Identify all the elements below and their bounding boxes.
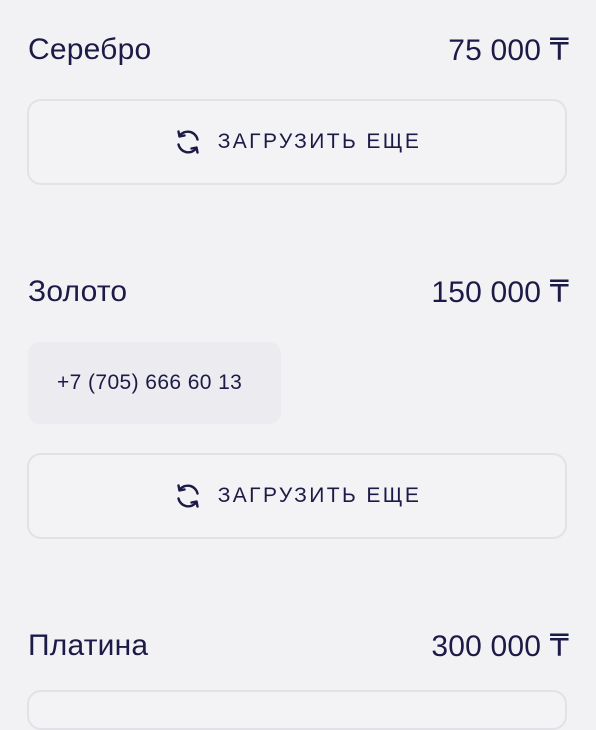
section-header-platinum: Платина 300 000 ₸ bbox=[28, 626, 569, 666]
phone-number[interactable]: +7 (705) 666 60 13 bbox=[57, 371, 242, 395]
section-header-gold: Золото 150 000 ₸ bbox=[28, 272, 569, 312]
tier-price: 300 000 ₸ bbox=[431, 629, 569, 663]
partial-card[interactable] bbox=[27, 690, 567, 730]
tier-price: 150 000 ₸ bbox=[431, 275, 569, 309]
section-header-silver: Серебро 75 000 ₸ bbox=[28, 30, 569, 70]
tier-name: Платина bbox=[28, 629, 149, 662]
phone-card[interactable]: +7 (705) 666 60 13 bbox=[28, 342, 281, 424]
refresh-icon bbox=[173, 127, 203, 157]
tier-name: Золото bbox=[28, 275, 128, 308]
load-more-label: ЗАГРУЗИТЬ ЕЩЕ bbox=[217, 130, 422, 153]
load-more-button-gold[interactable]: ЗАГРУЗИТЬ ЕЩЕ bbox=[27, 453, 567, 539]
refresh-icon bbox=[173, 481, 203, 511]
tier-price: 75 000 ₸ bbox=[448, 33, 569, 67]
load-more-label: ЗАГРУЗИТЬ ЕЩЕ bbox=[217, 484, 422, 507]
tier-name: Серебро bbox=[28, 33, 152, 66]
load-more-button-silver[interactable]: ЗАГРУЗИТЬ ЕЩЕ bbox=[27, 99, 567, 185]
